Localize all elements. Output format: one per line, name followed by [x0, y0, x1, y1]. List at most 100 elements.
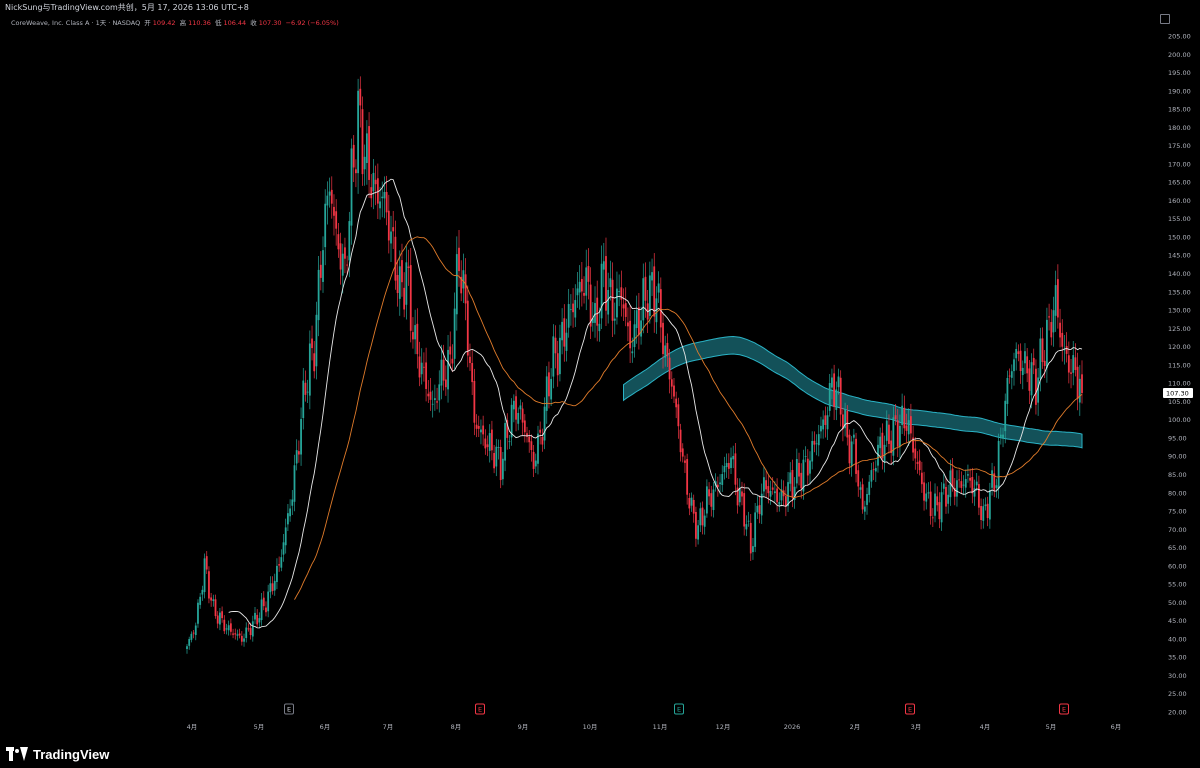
candle-body	[679, 429, 682, 453]
price-tick-label: 85.00	[1168, 471, 1187, 479]
candle-body	[192, 632, 195, 634]
candle-body	[899, 425, 901, 447]
candle-body	[725, 463, 728, 468]
candle-body	[212, 599, 215, 602]
candle-body	[916, 462, 919, 464]
candle-body	[370, 187, 373, 199]
candle-body	[616, 288, 618, 318]
candle-body	[657, 283, 660, 293]
candle-body	[304, 382, 307, 395]
candle-body	[635, 310, 638, 329]
candle-body	[475, 424, 478, 429]
candle-body	[194, 625, 197, 636]
candle-body	[480, 429, 482, 433]
candle-body	[234, 633, 237, 635]
candle-body	[881, 432, 884, 459]
candle-body	[190, 633, 193, 640]
price-tick-label: 195.00	[1168, 69, 1191, 77]
candle-body	[920, 472, 923, 485]
candle-body	[787, 482, 789, 507]
price-tick-label: 30.00	[1168, 672, 1187, 680]
candle-body	[385, 191, 388, 213]
footer: TradingView	[0, 740, 1200, 768]
candle-body	[885, 420, 888, 441]
candle-body	[565, 332, 568, 351]
candle-body	[559, 337, 561, 375]
candle-body	[247, 628, 250, 630]
candle-body	[284, 527, 287, 546]
price-tick-label: 55.00	[1168, 581, 1187, 589]
candle-body	[927, 492, 930, 494]
candle-body	[703, 515, 706, 527]
price-tick-label: 90.00	[1168, 453, 1187, 461]
candle-body	[1065, 345, 1068, 354]
candle-body	[627, 322, 629, 327]
candle-body	[712, 489, 715, 511]
candle-body	[287, 513, 289, 525]
candle-body	[337, 234, 340, 250]
candle-body	[705, 486, 708, 514]
candle-body	[977, 484, 980, 508]
long-ma-ribbon	[623, 335, 1083, 449]
candle-body	[611, 279, 614, 321]
time-tick-label: 4月	[187, 723, 198, 731]
candle-body	[341, 253, 344, 276]
price-tick-label: 125.00	[1168, 325, 1191, 333]
candle-body	[931, 517, 934, 519]
candle-body	[1067, 355, 1070, 373]
price-tick-label: 100.00	[1168, 416, 1191, 424]
price-tick-label: 45.00	[1168, 617, 1187, 625]
candle-body	[903, 407, 906, 429]
candle-body	[923, 482, 925, 501]
candle-body	[642, 278, 645, 321]
candle-body	[295, 450, 298, 464]
candle-body	[289, 508, 292, 517]
price-tick-label: 20.00	[1168, 709, 1187, 717]
candle-body	[552, 336, 555, 377]
candle-body	[543, 406, 546, 441]
price-tick-label: 60.00	[1168, 562, 1187, 570]
candle-body	[769, 490, 772, 497]
time-axis[interactable]: 4月 5月 6月 7月 8月 9月 10月 11月 12月 2026 2月 3月 4月 5月 6月	[187, 723, 1122, 731]
candle-body	[451, 358, 454, 364]
candle-body	[918, 460, 921, 471]
price-axis[interactable]: 205.00 200.00 195.00 190.00 185.00 180.00 175.…	[1163, 33, 1193, 717]
candle-body	[243, 638, 245, 642]
candle-body	[219, 612, 221, 625]
candle-body	[1061, 332, 1064, 347]
candle-body	[964, 479, 967, 488]
candle-body	[569, 309, 572, 311]
candle-body	[229, 623, 232, 632]
candle-body	[374, 179, 377, 185]
candle-body	[958, 479, 961, 481]
price-tick-label: 135.00	[1168, 288, 1191, 296]
tradingview-logo[interactable]: TradingView	[6, 745, 109, 763]
candle-body	[850, 441, 853, 467]
candle-body	[956, 480, 958, 497]
candle-body	[449, 346, 452, 355]
candle-body	[767, 486, 770, 494]
candle-body	[640, 320, 642, 337]
candle-body	[453, 308, 456, 359]
candle-body	[436, 401, 438, 403]
candle-body	[532, 451, 535, 469]
candle-body	[416, 323, 419, 355]
candle-body	[778, 502, 781, 505]
candle-body	[684, 460, 686, 463]
candle-body	[607, 289, 610, 315]
price-tick-label: 205.00	[1168, 33, 1191, 41]
candle-body	[205, 556, 208, 570]
candle-body	[225, 628, 228, 630]
earnings-marker: E	[1059, 703, 1069, 715]
candle-body	[418, 356, 421, 378]
candle-body	[523, 420, 526, 433]
candle-body	[282, 542, 285, 555]
candle-body	[208, 571, 210, 599]
candle-body	[710, 493, 713, 507]
candle-body	[1008, 375, 1011, 377]
price-chart[interactable]: 205.00 200.00 195.00 190.00 185.00 180.00 175.…	[0, 0, 1200, 740]
time-tick-label: 10月	[583, 723, 598, 731]
candle-body	[986, 503, 989, 519]
candle-body	[848, 434, 851, 464]
candle-body	[666, 342, 669, 357]
